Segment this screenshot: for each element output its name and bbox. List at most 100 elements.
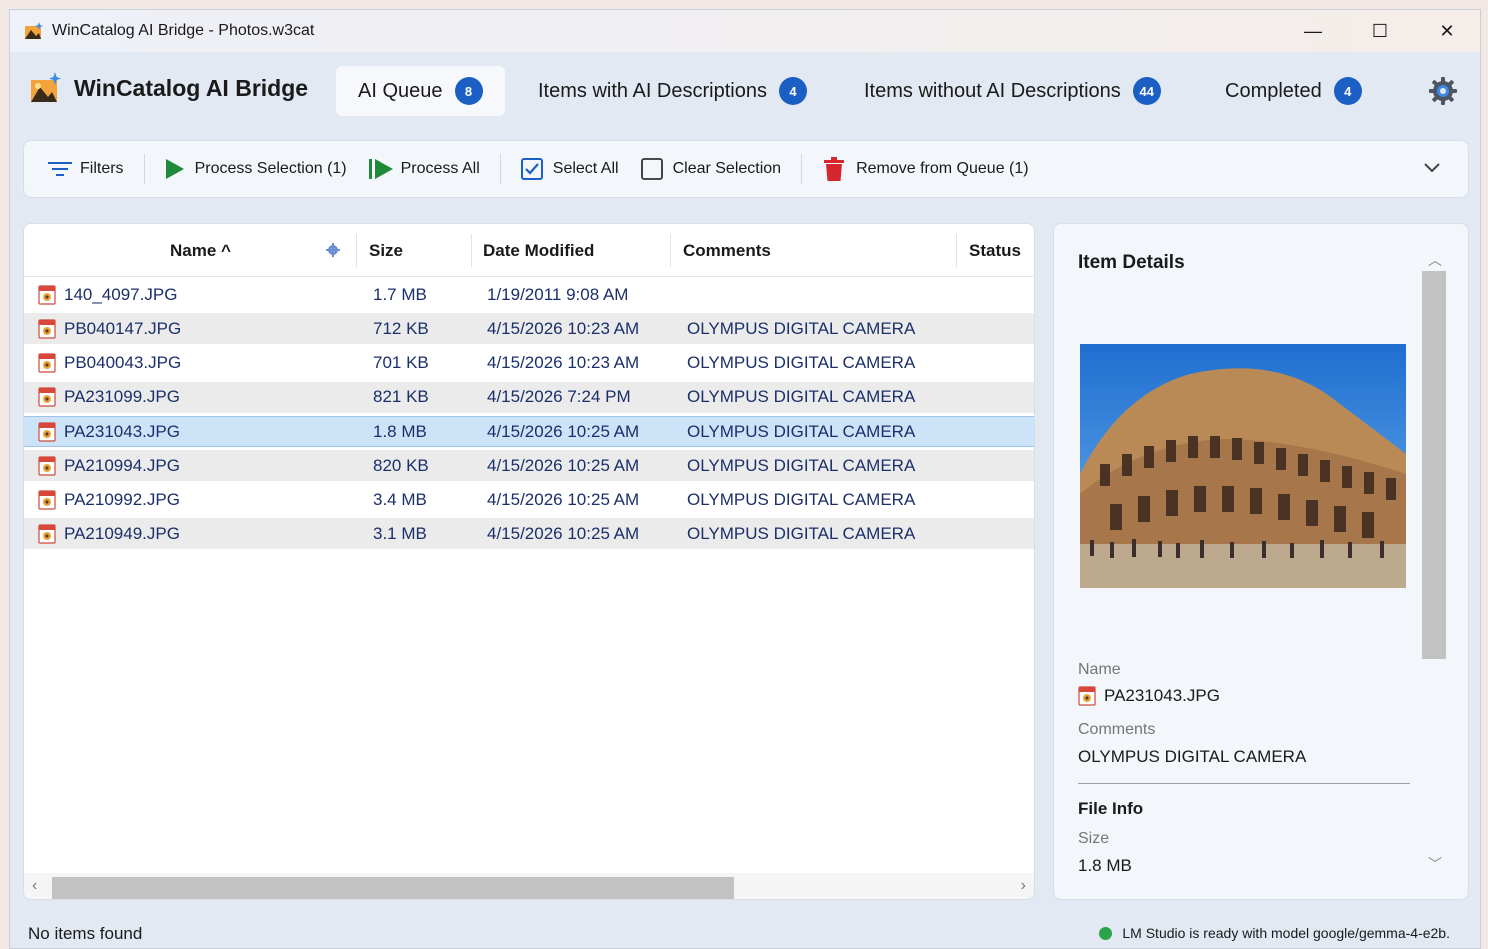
cell-name: PB040043.JPG xyxy=(38,347,181,378)
file-grid: Name ^ Size Date Modified Comments Statu… xyxy=(23,223,1035,900)
tab-ai-queue[interactable]: AI Queue 8 xyxy=(336,66,505,116)
clear-selection-label: Clear Selection xyxy=(672,160,782,177)
close-icon: ✕ xyxy=(1439,20,1455,41)
status-text: No items found xyxy=(28,924,143,943)
table-row[interactable]: PA210992.JPG 3.4 MB 4/15/2026 10:25 AM OLYM… xyxy=(24,484,1034,515)
cell-date: 4/15/2026 10:25 AM xyxy=(487,518,639,549)
cell-size: 821 KB xyxy=(373,382,429,413)
file-name: PA231099.JPG xyxy=(64,387,180,407)
gear-icon[interactable] xyxy=(1428,76,1458,106)
jpg-file-icon xyxy=(38,455,56,476)
tab-items-without-ai-descriptions[interactable]: Items without AI Descriptions 44 xyxy=(842,66,1183,116)
file-size: 1.7 MB xyxy=(373,284,427,304)
model-status: LM Studio is ready with model google/gem… xyxy=(1099,925,1450,941)
app-icon xyxy=(25,22,43,39)
minimize-button[interactable]: — xyxy=(1280,10,1346,52)
column-header-status[interactable]: Status xyxy=(969,224,1021,277)
column-header-date[interactable]: Date Modified xyxy=(483,224,594,277)
file-size: 3.1 MB xyxy=(373,523,427,543)
select-all-button[interactable]: Select All xyxy=(520,140,619,198)
horizontal-scrollbar[interactable]: ‹ › xyxy=(24,873,1034,899)
column-header-name[interactable]: Name ^ xyxy=(170,224,231,277)
brand: WinCatalog AI Bridge xyxy=(30,72,308,104)
cell-size: 712 KB xyxy=(373,313,429,344)
scrollbar-thumb[interactable] xyxy=(52,877,734,899)
file-name: PA210992.JPG xyxy=(64,489,180,509)
play-icon xyxy=(165,159,184,179)
file-date: 4/15/2026 10:23 AM xyxy=(487,318,640,338)
table-row[interactable]: 140_4097.JPG 1.7 MB 1/19/2011 9:08 AM xyxy=(24,279,1034,310)
process-all-label: Process All xyxy=(400,160,480,177)
process-all-button[interactable]: Process All xyxy=(368,140,480,198)
cell-size: 3.4 MB xyxy=(373,484,427,515)
table-row[interactable]: PA210949.JPG 3.1 MB 4/15/2026 10:25 AM OLYM… xyxy=(24,518,1034,550)
file-name: PA210994.JPG xyxy=(64,455,180,475)
details-divider xyxy=(1078,783,1410,784)
file-comments: OLYMPUS DIGITAL CAMERA xyxy=(687,523,916,543)
file-size: 820 KB xyxy=(373,455,429,475)
table-row[interactable]: PB040147.JPG 712 KB 4/15/2026 10:23 AM OLYM… xyxy=(24,313,1034,345)
model-status-text: LM Studio is ready with model google/gem… xyxy=(1122,925,1450,941)
scroll-down-icon[interactable]: ﹀ xyxy=(1428,854,1442,874)
title-bar: WinCatalog AI Bridge - Photos.w3cat — ☐ … xyxy=(10,10,1480,52)
cell-name: PA210992.JPG xyxy=(38,484,180,515)
details-vertical-scrollbar[interactable]: ︿ ﹀ xyxy=(1421,246,1447,878)
status-indicator-icon xyxy=(1099,926,1113,940)
cell-comments: OLYMPUS DIGITAL CAMERA xyxy=(687,382,915,413)
filters-button[interactable]: Filters xyxy=(48,140,124,198)
column-divider[interactable] xyxy=(471,234,472,267)
column-status-label: Status xyxy=(969,240,1021,260)
scroll-right-icon[interactable]: › xyxy=(1021,877,1026,895)
column-header-comments[interactable]: Comments xyxy=(683,224,771,277)
tab-completed[interactable]: Completed 4 xyxy=(1203,66,1384,116)
details-size-label: Size xyxy=(1078,830,1110,847)
cell-comments: OLYMPUS DIGITAL CAMERA xyxy=(687,518,915,549)
cell-name: PA231099.JPG xyxy=(38,382,180,413)
tab-items-with-ai-descriptions[interactable]: Items with AI Descriptions 4 xyxy=(516,66,829,116)
count-badge: 44 xyxy=(1132,77,1161,105)
column-divider[interactable] xyxy=(956,234,957,267)
cell-name: PA210949.JPG xyxy=(38,518,180,549)
close-button[interactable]: ✕ xyxy=(1414,10,1480,52)
app-window: WinCatalog AI Bridge - Photos.w3cat — ☐ … xyxy=(9,9,1481,949)
table-row[interactable]: PA210994.JPG 820 KB 4/15/2026 10:25 AM OLYM… xyxy=(24,450,1034,481)
details-name-text: PA231043.JPG xyxy=(1104,686,1220,705)
brand-logo-icon xyxy=(31,72,61,102)
count-badge: 4 xyxy=(778,77,807,105)
column-settings-gear-icon[interactable] xyxy=(326,243,340,257)
file-comments: OLYMPUS DIGITAL CAMERA xyxy=(687,387,916,407)
jpg-file-icon xyxy=(38,524,56,544)
file-size: 821 KB xyxy=(373,387,429,407)
table-row[interactable]: PB040043.JPG 701 KB 4/15/2026 10:23 AM OLYM… xyxy=(24,347,1034,378)
remove-from-queue-button[interactable]: Remove from Queue (1) xyxy=(824,140,1029,198)
select-all-label: Select All xyxy=(552,160,619,177)
table-row[interactable]: PA231043.JPG 1.8 MB 4/15/2026 10:25 AM OLYM… xyxy=(24,415,1034,448)
scrollbar-thumb[interactable] xyxy=(1422,271,1446,659)
brand-name: WinCatalog AI Bridge xyxy=(74,74,309,101)
column-divider[interactable] xyxy=(356,234,357,267)
column-divider[interactable] xyxy=(670,234,671,267)
cell-name: PB040147.JPG xyxy=(38,313,181,344)
toolbar-divider xyxy=(143,154,145,184)
count-badge: 8 xyxy=(454,77,483,105)
file-size: 1.8 MB xyxy=(373,422,427,442)
details-comments-value: OLYMPUS DIGITAL CAMERA xyxy=(1078,747,1307,766)
cell-date: 1/19/2011 9:08 AM xyxy=(487,279,628,310)
tab-label: Items with AI Descriptions xyxy=(538,79,767,102)
cell-size: 1.7 MB xyxy=(373,279,427,310)
cell-name: PA231043.JPG xyxy=(38,417,180,448)
process-selection-button[interactable]: Process Selection (1) xyxy=(165,140,347,198)
file-size: 3.4 MB xyxy=(373,489,427,509)
chevron-down-icon[interactable] xyxy=(1422,157,1442,177)
scroll-left-icon[interactable]: ‹ xyxy=(32,877,37,895)
maximize-icon: ☐ xyxy=(1371,20,1389,41)
file-date: 4/15/2026 10:25 AM xyxy=(487,489,640,509)
scroll-up-icon[interactable]: ︿ xyxy=(1428,250,1442,270)
clear-selection-button[interactable]: Clear Selection xyxy=(640,140,782,198)
file-name: 140_4097.JPG xyxy=(64,284,178,304)
column-header-size[interactable]: Size xyxy=(369,224,403,277)
table-row[interactable]: PA231099.JPG 821 KB 4/15/2026 7:24 PM OLYMP… xyxy=(24,381,1034,413)
cell-name: 140_4097.JPG xyxy=(38,279,177,310)
maximize-button[interactable]: ☐ xyxy=(1347,10,1413,52)
column-date-label: Date Modified xyxy=(483,240,595,260)
